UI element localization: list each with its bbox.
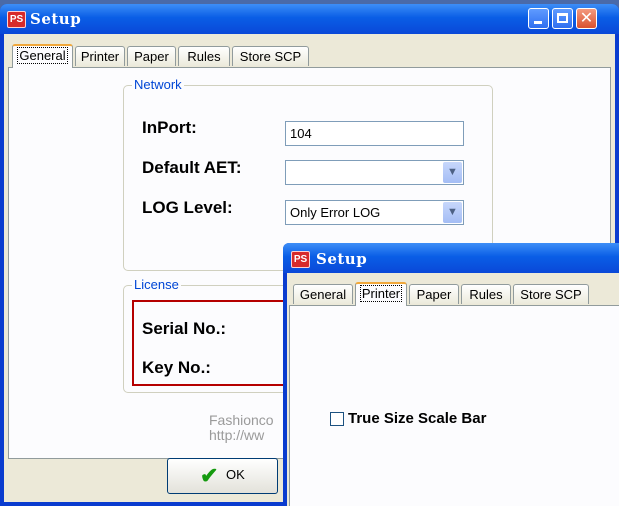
app-logo-icon: PS [291, 251, 310, 268]
maximize-button[interactable] [552, 8, 573, 29]
tab-store-scp[interactable]: Store SCP [232, 46, 309, 66]
second-window-title: Setup [316, 250, 368, 268]
true-size-label: True Size Scale Bar [348, 410, 487, 427]
app-logo-icon: PS [7, 11, 26, 28]
chevron-down-icon[interactable]: ▼ [443, 162, 462, 183]
tab-printer[interactable]: Printer [355, 282, 407, 306]
tab-label: Paper [416, 287, 452, 302]
watermark-line-1: Fashionco [209, 412, 274, 428]
tab-label: Store SCP [239, 49, 302, 64]
close-button[interactable]: ✕ [576, 8, 597, 29]
tab-store-scp[interactable]: Store SCP [513, 284, 589, 304]
tab-rules[interactable]: Rules [461, 284, 511, 304]
second-window-body: General Printer Paper Rules Store SCP Tr… [287, 273, 619, 506]
default-aet-label: Default AET: [142, 158, 242, 177]
tab-label: General [17, 47, 68, 64]
printer-setup-window: PS Setup General Printer Paper Rules Sto… [283, 243, 619, 506]
minimize-button[interactable] [528, 8, 549, 29]
true-size-checkbox[interactable] [330, 412, 344, 426]
tab-label: Rules [187, 49, 221, 64]
minimize-icon [534, 21, 542, 24]
serial-no-label: Serial No.: [142, 319, 227, 338]
tab-paper[interactable]: Paper [409, 284, 459, 304]
ok-button[interactable]: ✔ OK [167, 458, 278, 494]
chevron-down-icon[interactable]: ▼ [443, 202, 462, 223]
default-aet-select[interactable]: ▼ [285, 160, 464, 185]
tab-general[interactable]: General [12, 44, 73, 68]
license-group-label: License [132, 277, 181, 293]
tab-label: Paper [134, 49, 169, 64]
ok-button-label: OK [226, 467, 245, 482]
log-level-select[interactable]: Only Error LOG ▼ [285, 200, 464, 225]
tab-printer[interactable]: Printer [75, 46, 125, 66]
tab-rules[interactable]: Rules [178, 46, 230, 66]
key-no-label: Key No.: [142, 358, 211, 377]
log-level-label: LOG Level: [142, 198, 233, 217]
tab-general[interactable]: General [293, 284, 353, 304]
tab-paper[interactable]: Paper [127, 46, 176, 66]
watermark-line-2: http://ww [209, 427, 265, 443]
second-title-bar[interactable]: PS Setup [283, 243, 619, 273]
log-level-value: Only Error LOG [290, 205, 381, 220]
tab-label: General [299, 287, 347, 302]
maximize-icon [557, 13, 568, 23]
network-group-label: Network [132, 77, 184, 93]
tab-label: Printer [80, 49, 120, 64]
main-title-bar[interactable]: PS Setup ✕ [0, 4, 619, 34]
tab-label: Printer [359, 285, 403, 302]
close-icon: ✕ [579, 8, 594, 27]
inport-label: InPort: [142, 118, 197, 137]
tab-label: Rules [469, 287, 503, 302]
tab-label: Store SCP [520, 287, 582, 302]
printer-tab-panel: True Size Scale Bar [289, 305, 619, 506]
checkmark-icon: ✔ [200, 463, 219, 488]
main-window-title: Setup [30, 10, 82, 28]
inport-input[interactable]: 104 [285, 121, 464, 146]
